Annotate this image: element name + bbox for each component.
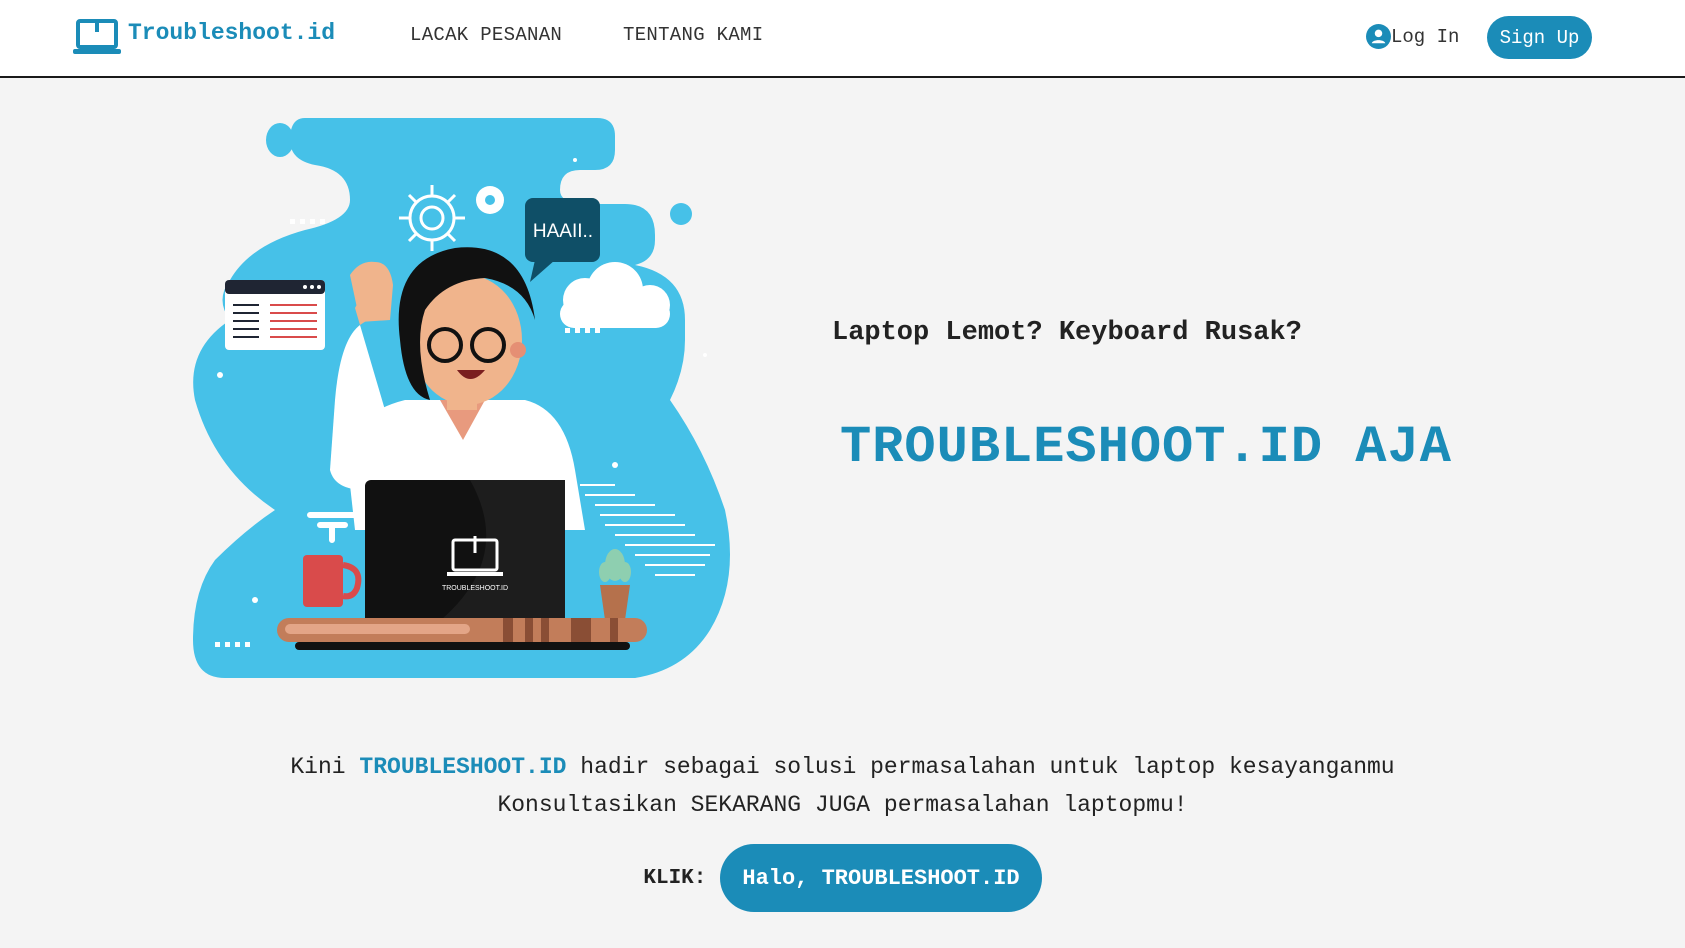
tagline: Laptop Lemot? Keyboard Rusak? <box>832 318 1302 348</box>
brand-text: Troubleshoot.id <box>128 20 336 46</box>
description-line-2: Konsultasikan SEKARANG JUGA permasalahan… <box>497 792 1188 818</box>
login-link[interactable]: Log In <box>1366 24 1459 49</box>
browser-window-icon <box>225 280 325 350</box>
description: Kini TROUBLESHOOT.ID hadir sebagai solus… <box>0 748 1685 824</box>
laptop-icon <box>73 19 121 54</box>
laptop-illustration: TROUBLESHOOT.ID <box>365 480 565 625</box>
hero-illustration: HAAII.. TROUBLESHOOT.ID <box>193 118 730 678</box>
description-line-1: Kini TROUBLESHOOT.ID hadir sebagai solus… <box>0 748 1685 786</box>
description-prefix: Kini <box>290 754 346 780</box>
speech-bubble-text: HAAII.. <box>533 221 593 242</box>
desk-illustration <box>277 618 647 650</box>
contact-button[interactable]: Halo, TROUBLESHOOT.ID <box>720 844 1042 912</box>
description-suffix: hadir sebagai solusi permasalahan untuk … <box>580 754 1395 780</box>
navbar: Troubleshoot.id LACAK PESANAN TENTANG KA… <box>0 0 1685 78</box>
brand-logo[interactable]: Troubleshoot.id <box>72 16 335 56</box>
laptop-logo-text: TROUBLESHOOT.ID <box>442 585 508 592</box>
cta-label: KLIK: <box>643 866 707 890</box>
signup-button[interactable]: Sign Up <box>1487 16 1592 59</box>
nav-tentang-kami[interactable]: TENTANG KAMI <box>623 24 763 46</box>
gear-small-icon <box>476 186 504 214</box>
login-label: Log In <box>1391 25 1460 48</box>
headline: TROUBLESHOOT.ID AJA <box>840 418 1452 477</box>
nav-lacak-pesanan[interactable]: LACAK PESANAN <box>410 24 562 46</box>
cta-row: KLIK: Halo, TROUBLESHOOT.ID <box>0 844 1685 912</box>
user-icon <box>1366 24 1391 49</box>
description-brand: TROUBLESHOOT.ID <box>359 754 567 780</box>
